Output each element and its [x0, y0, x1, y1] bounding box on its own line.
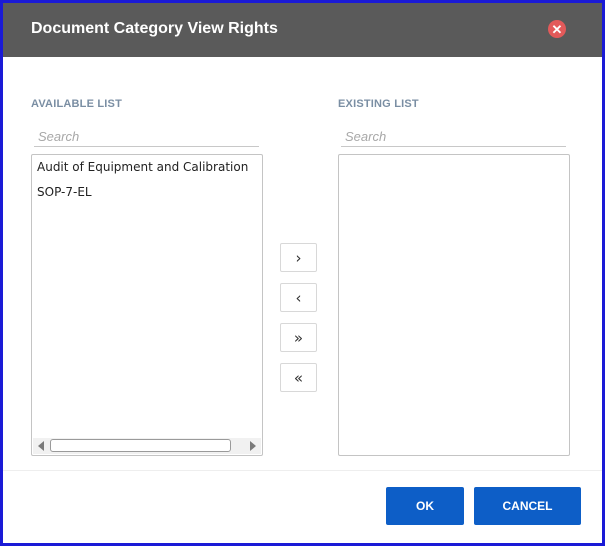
- available-list[interactable]: Audit of Equipment and Calibration SOP-7…: [31, 154, 263, 456]
- footer-divider: [3, 470, 602, 471]
- scroll-left-icon[interactable]: [38, 441, 44, 451]
- existing-search-input[interactable]: [341, 127, 566, 147]
- scroll-right-icon[interactable]: [250, 441, 256, 451]
- horizontal-scrollbar[interactable]: [33, 438, 261, 454]
- double-chevron-left-icon: «: [293, 368, 304, 387]
- cancel-button[interactable]: CANCEL: [474, 487, 581, 525]
- scrollbar-thumb[interactable]: [50, 439, 231, 452]
- dialog-title-bar: Document Category View Rights ✕: [3, 3, 602, 57]
- chevron-left-icon: ‹: [295, 288, 302, 307]
- document-category-view-rights-dialog: Document Category View Rights ✕ AVAILABL…: [0, 0, 605, 546]
- list-item[interactable]: Audit of Equipment and Calibration: [32, 155, 262, 180]
- dialog-title: Document Category View Rights: [31, 20, 278, 37]
- move-all-left-button[interactable]: «: [280, 363, 317, 392]
- move-all-right-button[interactable]: »: [280, 323, 317, 352]
- move-left-button[interactable]: ‹: [280, 283, 317, 312]
- list-item[interactable]: SOP-7-EL: [32, 180, 262, 205]
- chevron-right-icon: ›: [295, 248, 302, 267]
- double-chevron-right-icon: »: [293, 328, 304, 347]
- ok-button[interactable]: OK: [386, 487, 464, 525]
- close-icon: ✕: [551, 21, 563, 37]
- close-button[interactable]: ✕: [548, 20, 566, 38]
- move-right-button[interactable]: ›: [280, 243, 317, 272]
- available-list-label: AVAILABLE LIST: [31, 98, 122, 110]
- available-search-input[interactable]: [34, 127, 259, 147]
- existing-list[interactable]: [338, 154, 570, 456]
- existing-list-label: EXISTING LIST: [338, 98, 419, 110]
